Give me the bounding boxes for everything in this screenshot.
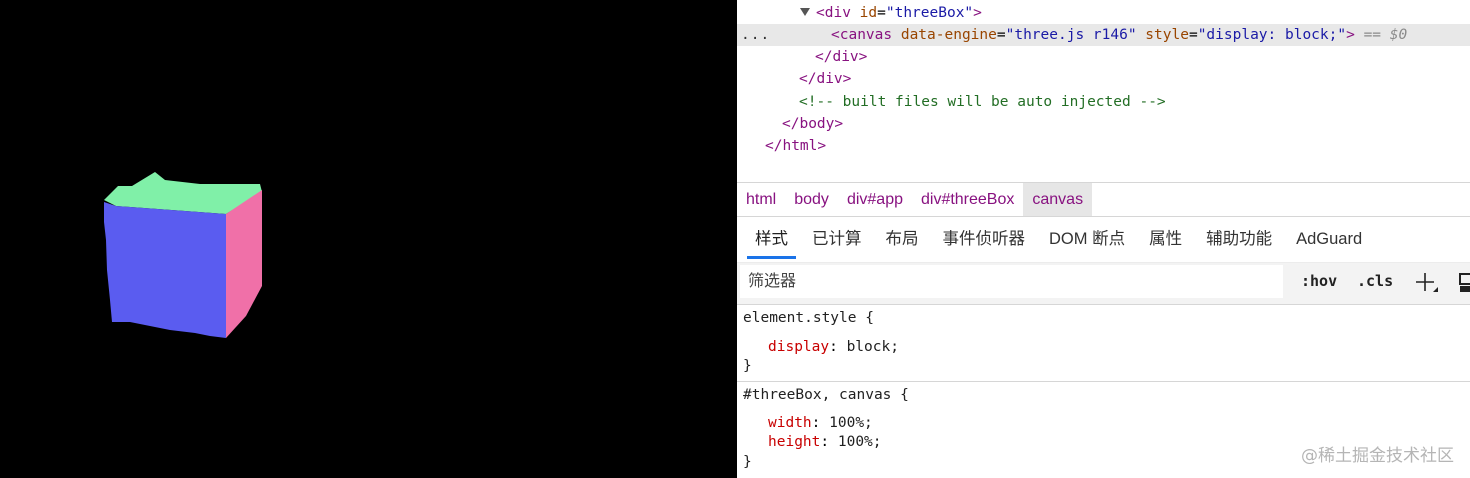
tab-styles[interactable]: 样式 — [743, 217, 800, 261]
cube-front-face — [104, 202, 226, 338]
attr-name: data-engine — [900, 27, 997, 43]
property-name: display — [768, 339, 830, 355]
watermark: @稀土掘金技术社区 — [1301, 446, 1454, 466]
tag-open: <div — [816, 5, 851, 21]
rule-close-brace: } — [743, 358, 752, 374]
rule-close-brace: } — [743, 454, 752, 470]
cube-render — [104, 172, 262, 338]
breadcrumb-html[interactable]: html — [737, 183, 785, 216]
style-property[interactable]: display: block; — [768, 337, 899, 357]
property-value: 100%; — [829, 415, 873, 431]
tab-properties[interactable]: 属性 — [1137, 217, 1194, 261]
attr-value: "three.js r146" — [1005, 27, 1137, 43]
property-name: height — [768, 434, 821, 450]
styles-filter-bar: :hov .cls — [737, 263, 1470, 305]
tab-event-listeners[interactable]: 事件侦听器 — [931, 217, 1038, 261]
property-name: width — [768, 415, 812, 431]
add-style-rule-icon[interactable] — [1413, 270, 1439, 296]
expand-triangle-icon[interactable] — [800, 8, 810, 16]
tag-close: </html> — [765, 138, 827, 154]
style-rule-element: element.style { display: block; } — [737, 305, 1470, 382]
tab-computed[interactable]: 已计算 — [800, 217, 874, 261]
rule-selector[interactable]: element.style { — [743, 308, 874, 328]
breadcrumb-div-threebox[interactable]: div#threeBox — [912, 183, 1023, 216]
breadcrumb-canvas[interactable]: canvas — [1023, 183, 1093, 216]
property-value: block; — [846, 339, 899, 355]
dom-node-threebox[interactable]: <div id="threeBox"> — [737, 2, 1470, 24]
attr-value: "threeBox" — [885, 5, 974, 21]
tab-dom-breakpoints[interactable]: DOM 断点 — [1037, 217, 1137, 261]
tag-close: > — [973, 5, 982, 21]
styles-tabs: 样式 已计算 布局 事件侦听器 DOM 断点 属性 辅助功能 AdGuard — [737, 216, 1470, 263]
tag-close: </div> — [815, 49, 868, 65]
tag-close: </div> — [799, 71, 852, 87]
devtools-panel: <div id="threeBox"> ... <canvas data-eng… — [737, 0, 1470, 478]
selected-node-marker: == $0 — [1363, 27, 1408, 43]
tab-layout[interactable]: 布局 — [874, 217, 931, 261]
dom-node-close-div[interactable]: </div> — [737, 46, 1470, 68]
node-actions-ellipsis[interactable]: ... — [741, 24, 770, 46]
dom-node-canvas[interactable]: ... <canvas data-engine="three.js r146" … — [737, 24, 1470, 46]
hov-toggle[interactable]: :hov — [1301, 272, 1337, 290]
style-property[interactable]: width: 100%; — [768, 413, 873, 433]
dom-node-close-body[interactable]: </body> — [737, 113, 1470, 135]
toggle-element-state-icon[interactable] — [1455, 271, 1470, 295]
rule-selector[interactable]: #threeBox, canvas { — [743, 385, 909, 405]
breadcrumb-div-app[interactable]: div#app — [838, 183, 912, 216]
tag-open: <canvas — [831, 27, 893, 43]
dom-node-comment[interactable]: <!-- built files will be auto injected -… — [737, 91, 1470, 113]
breadcrumb-body[interactable]: body — [785, 183, 838, 216]
breadcrumb: html body div#app div#threeBox canvas — [737, 182, 1470, 217]
property-value: 100%; — [837, 434, 882, 450]
attr-name: id — [859, 5, 878, 21]
style-property[interactable]: height: 100%; — [768, 432, 882, 452]
cls-toggle[interactable]: .cls — [1357, 272, 1393, 290]
filter-input[interactable] — [740, 265, 1283, 298]
tab-adguard[interactable]: AdGuard — [1284, 217, 1374, 261]
html-comment: <!-- built files will be auto injected -… — [799, 94, 1166, 110]
tag-close: </body> — [782, 116, 844, 132]
dom-node-close-div[interactable]: </div> — [737, 68, 1470, 90]
tag-close: > — [1346, 27, 1355, 43]
threejs-canvas-viewport[interactable] — [0, 0, 737, 478]
tab-accessibility[interactable]: 辅助功能 — [1194, 217, 1284, 261]
cube-side-face — [226, 190, 262, 338]
attr-name: style — [1145, 27, 1189, 43]
dom-node-close-html[interactable]: </html> — [737, 135, 1470, 157]
attr-value: "display: block;" — [1197, 27, 1347, 43]
